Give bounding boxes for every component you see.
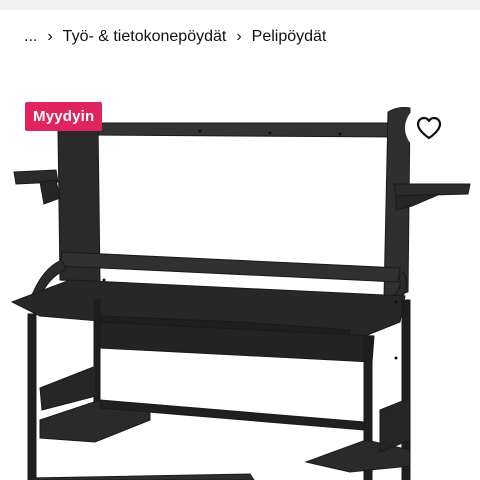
top-bar	[0, 0, 480, 10]
product-image[interactable]	[0, 96, 480, 480]
favorite-button[interactable]	[405, 104, 453, 152]
breadcrumb: ... › Työ- & tietokonepöydät › Pelipöydä…	[24, 26, 326, 48]
bestseller-badge: Myydyin	[25, 102, 103, 131]
breadcrumb-item-gaming-desks[interactable]: Pelipöydät	[252, 28, 327, 46]
breadcrumb-item-work-computer-desks[interactable]: Työ- & tietokonepöydät	[63, 28, 227, 46]
heart-outline-icon	[416, 116, 442, 140]
chevron-right-icon: ›	[236, 28, 242, 45]
gaming-desk-illustration	[10, 107, 471, 480]
chevron-right-icon: ›	[47, 28, 53, 45]
breadcrumb-ellipsis[interactable]: ...	[24, 28, 37, 46]
